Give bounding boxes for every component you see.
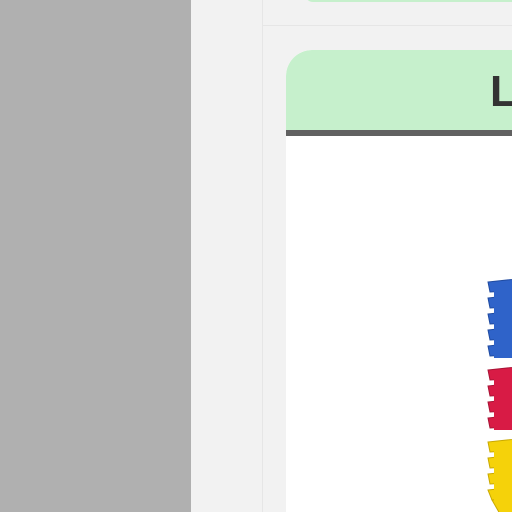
red-bins <box>487 366 512 430</box>
left-panel <box>0 0 191 512</box>
screen: L <box>0 0 512 512</box>
product-card[interactable]: L <box>286 50 512 512</box>
card-title: L <box>490 67 512 116</box>
yellow-bins <box>487 438 512 512</box>
previous-card-edge[interactable] <box>305 0 512 2</box>
stacked-bins-image <box>487 278 512 512</box>
top-strip <box>262 0 512 26</box>
blue-bins <box>487 278 512 358</box>
card-header: L <box>286 50 512 136</box>
page-gutter <box>191 0 262 512</box>
